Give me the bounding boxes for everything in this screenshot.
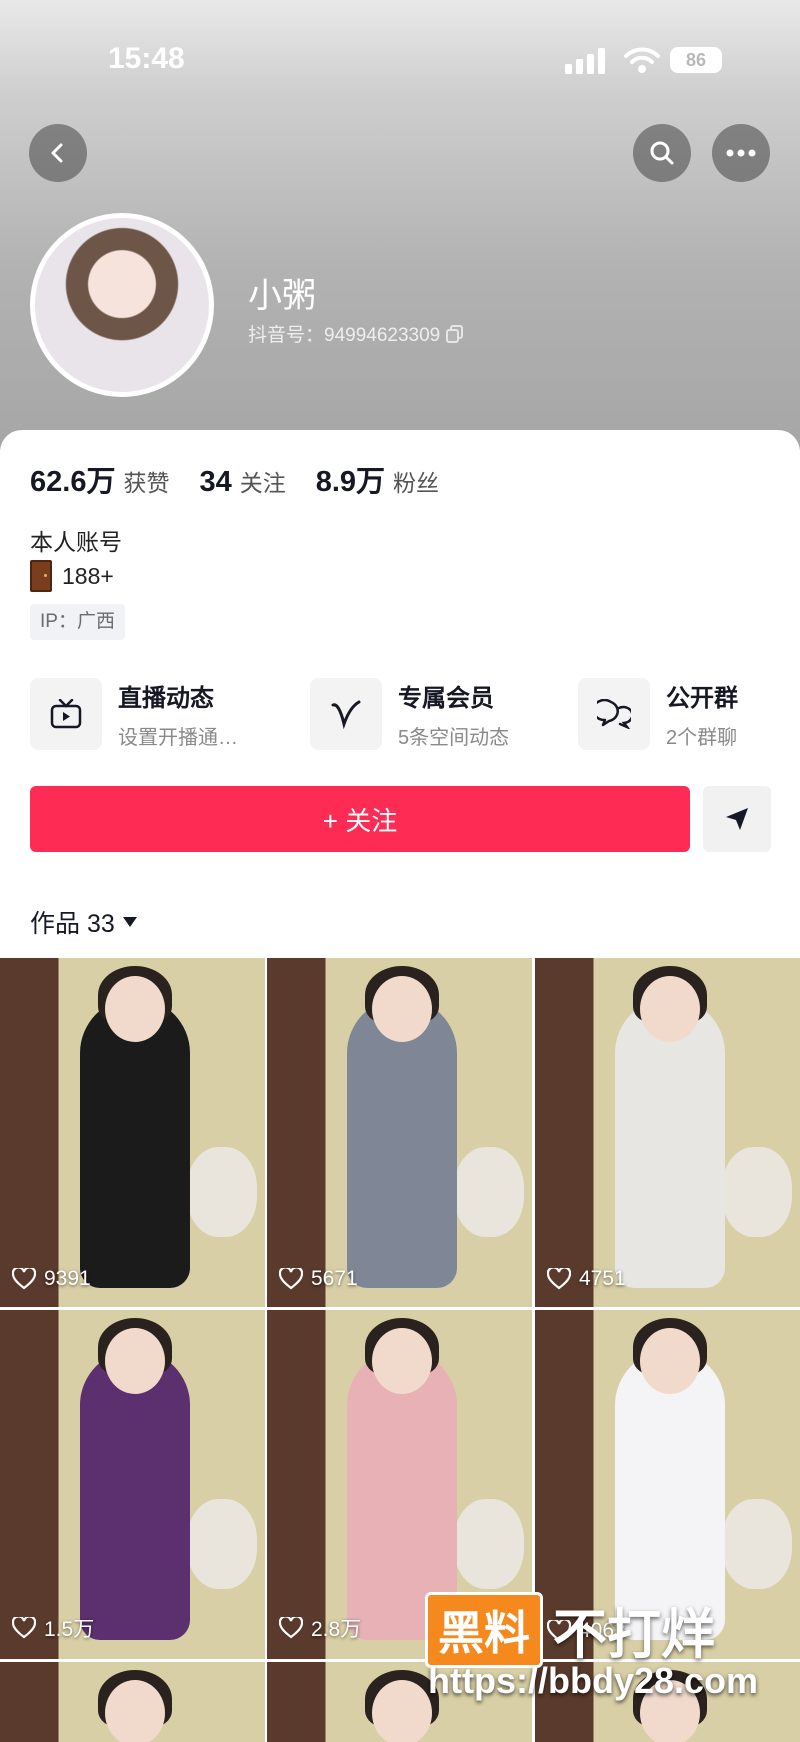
door-icon — [30, 560, 52, 592]
battery-indicator: 86 — [670, 47, 722, 73]
live-updates-entry[interactable]: 直播动态 设置开播通… — [30, 678, 238, 750]
video-thumbnail[interactable]: 1.5万 — [0, 1310, 265, 1659]
like-count: 1.5万 — [44, 1618, 95, 1641]
like-count: 4751 — [579, 1267, 626, 1290]
watermark-url: https://bbdy28.com — [428, 1660, 759, 1701]
likes-count[interactable]: 62.6万 — [30, 458, 115, 500]
search-icon — [650, 141, 674, 165]
signal-icon — [565, 48, 605, 74]
feature-subtitle: 设置开播通… — [118, 727, 238, 749]
profile-name: 小粥 — [248, 277, 316, 315]
feature-title: 专属会员 — [398, 685, 494, 712]
chevron-left-icon — [51, 143, 63, 163]
heart-icon — [12, 1268, 36, 1290]
ip-location-badge: IP：广西 — [30, 604, 125, 640]
copy-icon[interactable] — [446, 324, 464, 343]
status-time: 15:48 — [108, 42, 185, 75]
works-tab[interactable]: 作品 33 — [30, 904, 137, 940]
feature-subtitle: 2个群聊 — [666, 727, 738, 749]
search-button[interactable] — [633, 124, 691, 182]
feature-title: 直播动态 — [118, 685, 214, 712]
followers-label: 粉丝 — [393, 470, 440, 496]
douyin-id-text: 抖音号：94994623309 — [248, 325, 441, 346]
heart-icon — [12, 1617, 36, 1639]
works-label: 作品 33 — [30, 910, 115, 938]
video-thumbnail[interactable]: 9391 — [0, 958, 265, 1307]
fan-level: 188+ — [30, 560, 114, 592]
more-dots-icon — [726, 149, 756, 157]
avatar[interactable] — [30, 213, 214, 397]
like-count: 2.8万 — [311, 1618, 362, 1641]
send-icon — [726, 808, 748, 830]
v-heart-icon — [331, 700, 361, 729]
heart-icon — [279, 1617, 303, 1639]
more-button[interactable] — [712, 124, 770, 182]
video-thumbnail[interactable]: 5671 — [267, 958, 532, 1307]
video-thumbnail[interactable] — [0, 1662, 265, 1742]
wifi-icon — [624, 47, 660, 73]
profile-stats: 62.6万 获赞 34 关注 8.9万 粉丝 — [30, 458, 469, 500]
tv-icon — [50, 699, 82, 729]
follow-button[interactable]: + 关注 — [30, 786, 690, 852]
heart-icon — [547, 1268, 571, 1290]
watermark-logo: 黑料 不打烊 — [425, 1590, 715, 1669]
douyin-id: 抖音号：94994623309 — [248, 320, 464, 347]
profile-bio: 本人账号 — [30, 529, 122, 555]
following-label: 关注 — [239, 470, 286, 496]
feature-subtitle: 5条空间动态 — [398, 727, 510, 749]
triangle-down-icon — [122, 917, 137, 927]
watermark-brand-text: 不打烊 — [553, 1605, 715, 1665]
video-thumbnail[interactable]: 4751 — [535, 958, 800, 1307]
exclusive-member-entry[interactable]: 专属会员 5条空间动态 — [310, 678, 509, 750]
chat-bubbles-icon — [597, 699, 631, 729]
following-count[interactable]: 34 — [199, 466, 231, 499]
share-button[interactable] — [703, 786, 771, 852]
followers-count[interactable]: 8.9万 — [316, 458, 385, 500]
feature-title: 公开群 — [666, 685, 738, 712]
heart-icon — [279, 1268, 303, 1290]
like-count: 9391 — [44, 1267, 91, 1290]
fan-level-text: 188+ — [62, 562, 114, 589]
likes-label: 获赞 — [123, 470, 170, 496]
back-button[interactable] — [29, 124, 87, 182]
watermark-brand-box: 黑料 — [425, 1591, 543, 1668]
status-bar: 15:48 86 — [0, 38, 800, 78]
like-count: 5671 — [311, 1267, 358, 1290]
public-group-entry[interactable]: 公开群 2个群聊 — [578, 678, 738, 750]
